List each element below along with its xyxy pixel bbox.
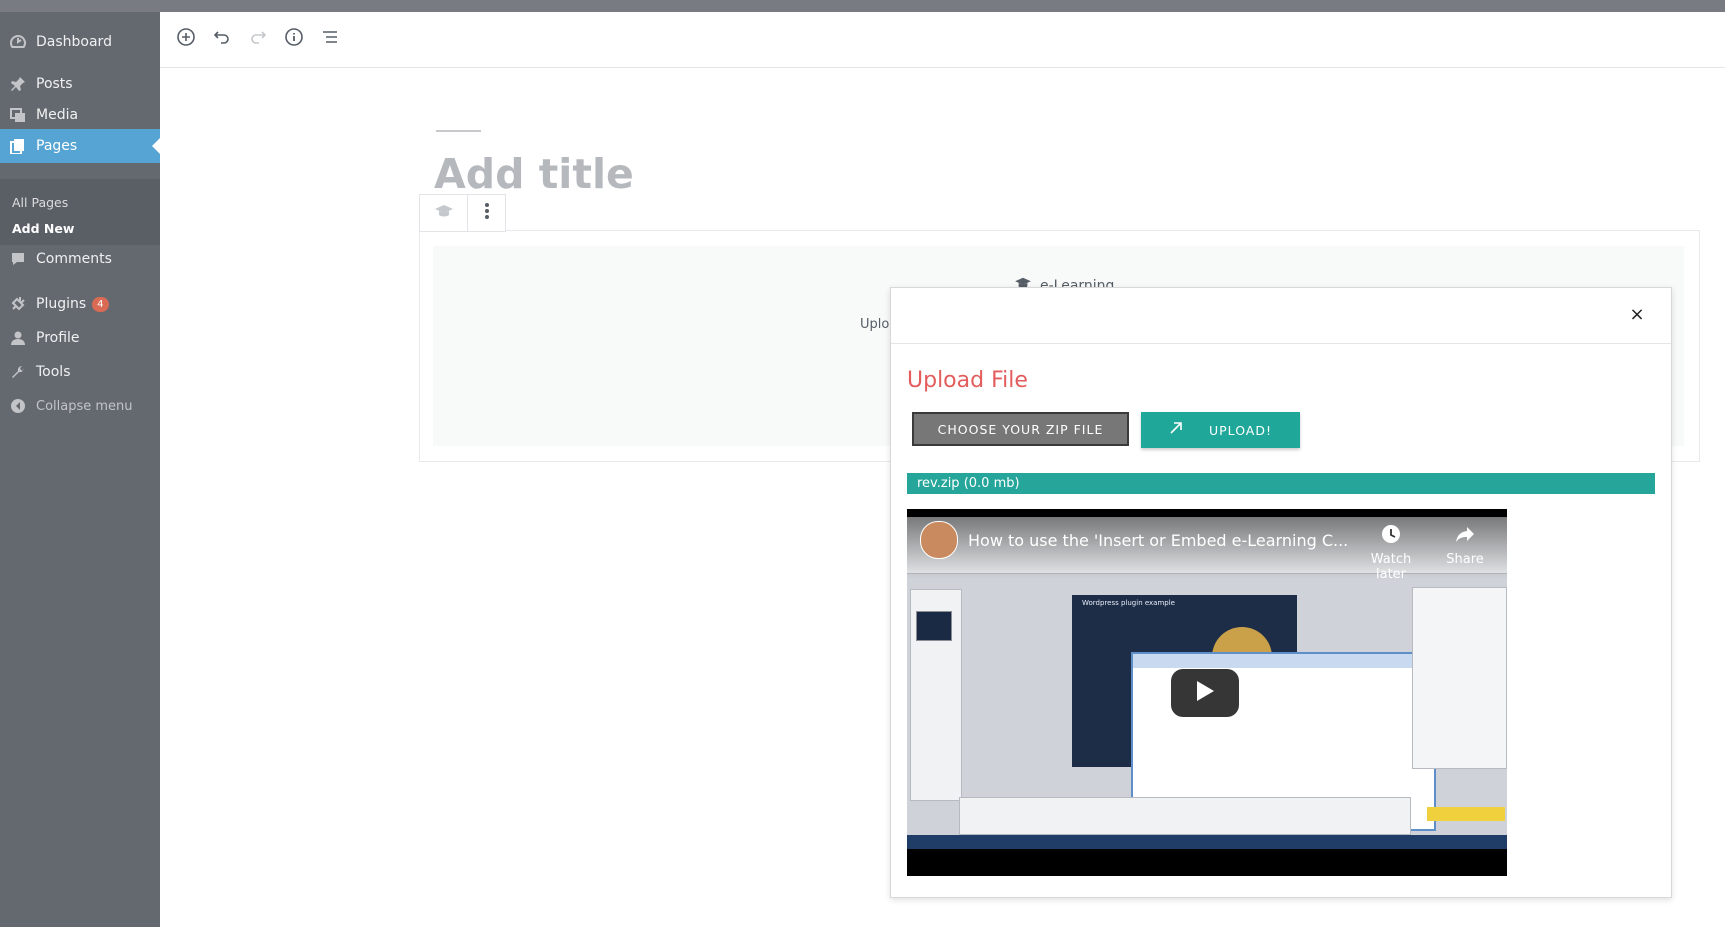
- admin-sidebar: Dashboard Posts Media Pages All Pages Ad…: [0, 12, 160, 927]
- sidebar-item-label: Dashboard: [36, 34, 112, 50]
- thumbnail-timeline: [959, 797, 1411, 835]
- title-divider: [436, 130, 481, 132]
- thumbnail-slide-thumb: [916, 611, 952, 641]
- watch-later-label: Watch later: [1370, 552, 1412, 582]
- update-count-badge: 4: [92, 296, 109, 312]
- close-button[interactable]: ×: [1627, 304, 1647, 325]
- upload-modal: × Upload File CHOOSE YOUR ZIP FILE UPLOA…: [890, 287, 1672, 898]
- sidebar-item-label: Profile: [36, 330, 80, 346]
- choose-zip-button[interactable]: CHOOSE YOUR ZIP FILE: [912, 412, 1129, 446]
- block-type-button[interactable]: [420, 195, 468, 231]
- sidebar-item-posts[interactable]: Posts: [0, 67, 160, 101]
- sidebar-item-label: Tools: [36, 364, 71, 380]
- sidebar-item-label: Comments: [36, 251, 112, 267]
- undo-icon: [212, 27, 232, 51]
- sidebar-item-label: Posts: [36, 76, 73, 92]
- submenu-all-pages[interactable]: All Pages: [12, 195, 68, 210]
- sidebar-item-label: Plugins: [36, 296, 87, 312]
- block-toolbar: [419, 194, 506, 232]
- redo-button[interactable]: [246, 27, 270, 51]
- user-icon: [10, 330, 26, 346]
- channel-avatar[interactable]: [920, 521, 958, 559]
- collapse-menu-button[interactable]: Collapse menu: [0, 389, 160, 423]
- play-button[interactable]: [1171, 669, 1239, 717]
- more-vertical-icon: [484, 202, 490, 224]
- pushpin-icon: [10, 76, 26, 92]
- thumbnail-trigger-pane: [1412, 587, 1507, 769]
- pages-submenu: All Pages Add New: [0, 179, 160, 245]
- sidebar-item-comments[interactable]: Comments: [0, 242, 160, 276]
- play-icon: [1195, 680, 1215, 706]
- redo-icon: [248, 27, 268, 51]
- thumbnail-taskbar: [907, 835, 1507, 849]
- thumbnail-slide-title: Wordpress plugin example: [1082, 599, 1175, 607]
- info-button[interactable]: [282, 27, 306, 51]
- plus-circle-icon: [176, 27, 196, 51]
- modal-header: ×: [891, 288, 1671, 344]
- sidebar-item-dashboard[interactable]: Dashboard: [0, 25, 160, 59]
- more-options-button[interactable]: [468, 195, 505, 231]
- arrow-up-right-icon: [1169, 420, 1183, 440]
- modal-title: Upload File: [907, 368, 1028, 393]
- file-progress-bar: rev.zip (0.0 mb): [907, 473, 1655, 494]
- upload-button-label: UPLOAD!: [1208, 422, 1272, 438]
- sidebar-item-plugins[interactable]: Plugins 4: [0, 287, 160, 321]
- video-embed[interactable]: Wordpress plugin example How to use the …: [907, 509, 1507, 876]
- collapse-menu-label: Collapse menu: [36, 398, 133, 414]
- plug-icon: [10, 296, 26, 312]
- sidebar-item-label: Pages: [36, 138, 78, 154]
- media-icon: [10, 107, 26, 123]
- sidebar-item-label: Media: [36, 107, 79, 123]
- upload-button[interactable]: UPLOAD!: [1141, 412, 1300, 448]
- sidebar-item-profile[interactable]: Profile: [0, 321, 160, 355]
- clock-icon: [1380, 525, 1402, 549]
- sidebar-item-media[interactable]: Media: [0, 98, 160, 132]
- list-view-button[interactable]: [318, 27, 342, 51]
- wrench-icon: [10, 364, 26, 380]
- video-title[interactable]: How to use the 'Insert or Embed e-Learni…: [968, 531, 1348, 550]
- add-block-button[interactable]: [174, 27, 198, 51]
- info-icon: [284, 27, 304, 51]
- pages-icon: [10, 138, 26, 154]
- thumbnail-dialog-bar: [1133, 654, 1434, 668]
- share-arrow-icon: [1454, 527, 1476, 549]
- editor-toolbar: [160, 12, 1725, 68]
- page-title-input[interactable]: Add title: [434, 150, 634, 198]
- dashboard-icon: [10, 34, 26, 50]
- sidebar-item-tools[interactable]: Tools: [0, 355, 160, 389]
- collapse-arrow-icon: [10, 398, 26, 414]
- comment-icon: [10, 251, 26, 267]
- sidebar-item-pages[interactable]: Pages: [0, 129, 160, 163]
- watch-later-button[interactable]: Watch later: [1355, 523, 1427, 582]
- admin-bar: [0, 0, 1725, 12]
- submenu-add-new[interactable]: Add New: [12, 221, 74, 236]
- share-label: Share: [1446, 552, 1484, 567]
- thumbnail-highlight: [1427, 807, 1505, 821]
- share-button[interactable]: Share: [1435, 523, 1495, 567]
- list-view-icon: [320, 27, 340, 51]
- graduation-cap-icon: [434, 203, 454, 223]
- undo-button[interactable]: [210, 27, 234, 51]
